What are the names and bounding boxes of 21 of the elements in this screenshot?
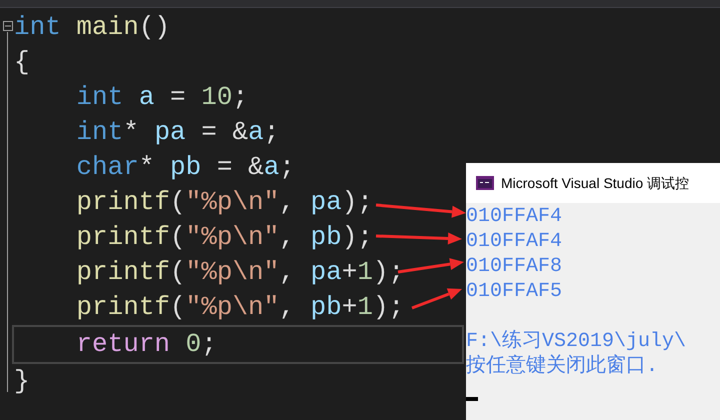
console-output-line: 010FFAF8 [466,254,562,279]
code-line: char* pb = &a; [75,151,295,184]
console-output-line: 按任意键关闭此窗口. [466,354,658,379]
code-line: int main() [14,11,170,44]
code-line: { [14,46,30,79]
code-line: printf("%p\n", pb); [75,221,373,254]
code-line: printf("%p\n", pa); [75,186,373,219]
code-line: printf("%p\n", pb+1); [75,291,404,324]
console-output-line: F:\练习VS2019\july\ [466,329,686,354]
console-title: Microsoft Visual Studio 调试控 [501,174,690,192]
console-output-line: 010FFAF4 [466,229,562,254]
code-line: printf("%p\n", pa+1); [75,256,404,289]
text-cursor [466,397,478,401]
console-output-line: 010FFAF5 [466,279,562,304]
code-line: int a = 10; [75,81,248,114]
arrow [411,288,462,310]
code-line: } [14,365,30,398]
console-output-line: 010FFAF4 [466,204,562,229]
console-app-icon [476,176,494,190]
arrow [398,258,464,274]
code-line: int* pa = &a; [75,116,280,149]
